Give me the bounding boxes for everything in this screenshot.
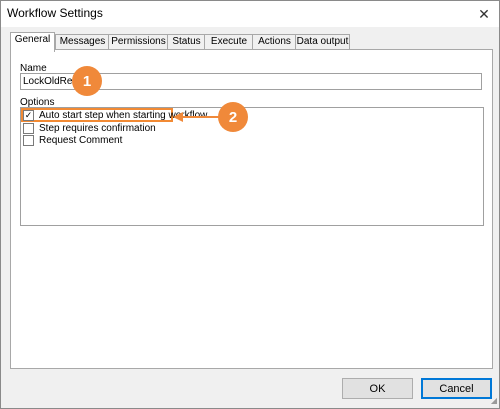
title-bar: Workflow Settings ✕ [1, 1, 499, 27]
callout-arrow-line [182, 116, 219, 118]
tab-permissions[interactable]: Permissions [108, 34, 169, 50]
option-label-request-comment: Request Comment [39, 134, 123, 146]
tab-general[interactable]: General [10, 32, 55, 52]
resize-grip-icon[interactable]: ◢ [487, 396, 497, 406]
tab-actions[interactable]: Actions [252, 34, 297, 50]
checkbox-request-comment[interactable] [23, 134, 34, 146]
ok-button[interactable]: OK [342, 378, 413, 399]
options-list: ✓ Auto start step when starting workflow… [20, 107, 484, 226]
checkbox-auto-start[interactable]: ✓ [23, 109, 34, 121]
tab-messages[interactable]: Messages [55, 34, 110, 50]
option-step-confirmation[interactable]: Step requires confirmation [23, 122, 156, 134]
callout-badge-1: 1 [72, 66, 102, 96]
general-tab-panel: Name LockOldRev Options ✓ Auto start ste… [10, 49, 493, 369]
checkmark-icon: ✓ [24, 109, 33, 120]
window-title: Workflow Settings [7, 6, 103, 20]
tab-status[interactable]: Status [167, 34, 206, 50]
option-request-comment[interactable]: Request Comment [23, 134, 122, 146]
cancel-button[interactable]: Cancel [421, 378, 492, 399]
tab-data-output[interactable]: Data output [295, 34, 350, 50]
option-label-step-confirmation: Step requires confirmation [39, 122, 156, 134]
close-icon[interactable]: ✕ [469, 1, 499, 27]
workflow-settings-window: Workflow Settings ✕ General Messages Per… [0, 0, 500, 409]
callout-arrow-head [173, 112, 183, 122]
callout-badge-2: 2 [218, 102, 248, 132]
checkbox-step-confirmation[interactable] [23, 122, 34, 134]
tab-execute[interactable]: Execute [204, 34, 254, 50]
